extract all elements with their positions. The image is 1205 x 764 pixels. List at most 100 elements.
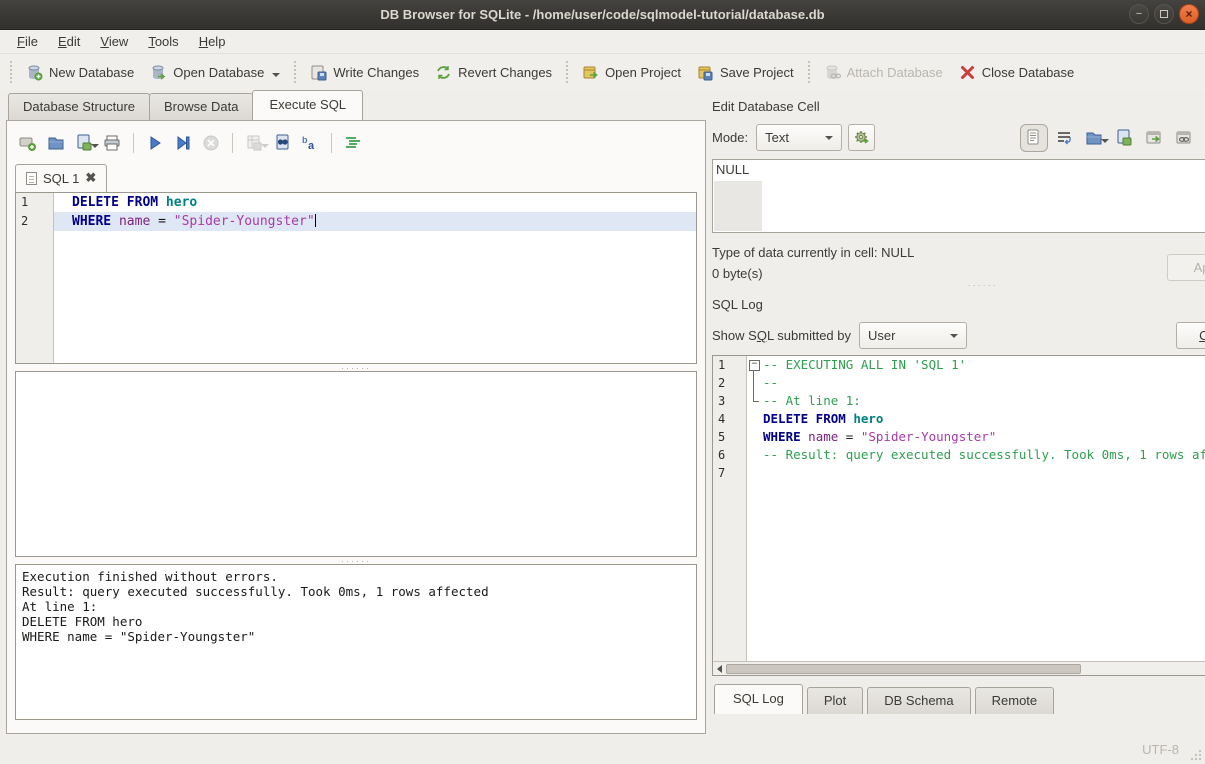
splitter-handle[interactable]: ······ bbox=[712, 281, 1205, 288]
export-cell-data-icon[interactable] bbox=[1115, 129, 1133, 147]
tab-sql-log[interactable]: SQL Log bbox=[714, 684, 803, 714]
tab-database-structure[interactable]: Database Structure bbox=[8, 93, 150, 120]
save-project-icon bbox=[697, 64, 714, 81]
save-sql-file-icon[interactable] bbox=[75, 134, 93, 152]
text-mode-icon[interactable] bbox=[1025, 129, 1043, 147]
maximize-icon[interactable] bbox=[1154, 4, 1174, 24]
new-database-button[interactable]: New Database bbox=[18, 59, 142, 86]
splitter-handle[interactable]: ······ bbox=[15, 557, 697, 564]
menu-edit[interactable]: Edit bbox=[49, 32, 89, 51]
tab-execute-sql[interactable]: Execute SQL bbox=[252, 90, 363, 120]
horizontal-scrollbar[interactable] bbox=[713, 661, 1205, 675]
revert-changes-icon bbox=[435, 64, 452, 81]
sql-log-title: SQL Log bbox=[712, 297, 1205, 312]
auto-switch-mode-button[interactable] bbox=[848, 124, 875, 151]
dock-tab-bar: SQL Log Plot DB Schema Remote bbox=[712, 684, 1205, 714]
editor-line-current[interactable]: WHERE name = "Spider-Youngster" bbox=[54, 212, 696, 231]
close-icon[interactable]: × bbox=[1179, 4, 1199, 24]
open-database-dropdown-icon[interactable] bbox=[272, 73, 280, 77]
fold-spacer bbox=[747, 428, 763, 446]
encoding-indicator[interactable]: UTF-8 bbox=[1142, 742, 1179, 757]
sql-editor[interactable]: 1 2 DELETE FROM hero WHERE name = "Spide… bbox=[15, 192, 697, 364]
import-dropdown-icon[interactable] bbox=[1101, 139, 1109, 143]
main-toolbar: New Database Open Database Write Changes… bbox=[0, 54, 1205, 90]
editor-line[interactable]: DELETE FROM hero bbox=[54, 193, 696, 212]
new-database-label: New Database bbox=[49, 65, 134, 80]
log-code-area[interactable]: -- EXECUTING ALL IN 'SQL 1' -- -- At lin… bbox=[747, 356, 1205, 661]
resize-grip[interactable] bbox=[1190, 749, 1202, 761]
fold-spacer bbox=[747, 464, 763, 482]
toolbar-handle[interactable] bbox=[294, 61, 296, 83]
sql-tab-close-icon[interactable]: ✖ bbox=[85, 170, 96, 186]
close-database-label: Close Database bbox=[982, 65, 1075, 80]
line-number: 7 bbox=[713, 464, 746, 482]
sql-log-view[interactable]: 1 2 3 4 5 6 7 -- EXECUTING ALL IN 'SQL 1… bbox=[712, 355, 1205, 676]
line-number: 4 bbox=[713, 410, 746, 428]
line-number: 1 bbox=[713, 356, 746, 374]
minimize-icon[interactable]: − bbox=[1129, 4, 1149, 24]
tab-remote[interactable]: Remote bbox=[975, 687, 1055, 714]
clear-log-button[interactable]: Clear bbox=[1176, 322, 1205, 349]
log-filter-value: User bbox=[868, 328, 895, 343]
cell-value-editor[interactable]: NULL bbox=[712, 159, 1205, 233]
mode-label: Mode: bbox=[712, 130, 748, 145]
log-line: WHERE name = "Spider-Youngster" bbox=[747, 428, 1205, 446]
toolbar-handle[interactable] bbox=[10, 61, 12, 83]
copy-link-icon[interactable] bbox=[1175, 129, 1193, 147]
toolbar-handle[interactable] bbox=[566, 61, 568, 83]
execution-messages[interactable]: Execution finished without errors. Resul… bbox=[15, 564, 697, 720]
stop-icon bbox=[202, 134, 220, 152]
open-project-button[interactable]: Open Project bbox=[574, 59, 689, 86]
autocomplete-icon[interactable]: ba bbox=[301, 134, 319, 152]
scrollbar-thumb[interactable] bbox=[726, 664, 1081, 674]
close-database-icon bbox=[959, 64, 976, 81]
format-sql-icon[interactable] bbox=[344, 134, 362, 152]
sql-file-tab[interactable]: SQL 1 ✖ bbox=[15, 164, 107, 192]
mode-select[interactable]: Text bbox=[756, 124, 842, 151]
save-project-button[interactable]: Save Project bbox=[689, 59, 802, 86]
text-cursor bbox=[315, 214, 316, 227]
menu-file[interactable]: File bbox=[8, 32, 47, 51]
open-external-icon[interactable] bbox=[1145, 129, 1163, 147]
execute-all-icon[interactable] bbox=[146, 134, 164, 152]
import-cell-data-icon[interactable] bbox=[1085, 129, 1103, 147]
log-filter-row: Show SQL submitted by User Clear bbox=[712, 322, 1205, 349]
revert-changes-button[interactable]: Revert Changes bbox=[427, 59, 560, 86]
tab-db-schema[interactable]: DB Schema bbox=[867, 687, 970, 714]
menu-view[interactable]: View bbox=[91, 32, 137, 51]
editor-code-area[interactable]: DELETE FROM hero WHERE name = "Spider-Yo… bbox=[54, 193, 696, 363]
status-bar: UTF-8 bbox=[0, 735, 1205, 764]
results-grid[interactable] bbox=[15, 371, 697, 557]
word-wrap-icon[interactable] bbox=[1055, 129, 1073, 147]
fold-marker-icon[interactable] bbox=[747, 356, 763, 374]
mode-select-value: Text bbox=[765, 130, 789, 145]
menu-tools[interactable]: Tools bbox=[139, 32, 187, 51]
new-sql-tab-icon[interactable] bbox=[19, 134, 37, 152]
menu-help[interactable]: Help bbox=[190, 32, 235, 51]
find-icon[interactable] bbox=[273, 134, 291, 152]
write-changes-button[interactable]: Write Changes bbox=[302, 59, 427, 86]
open-sql-file-icon[interactable] bbox=[47, 134, 65, 152]
tab-browse-data[interactable]: Browse Data bbox=[149, 93, 253, 120]
edit-cell-title: Edit Database Cell bbox=[712, 99, 1205, 114]
splitter-handle[interactable]: ······ bbox=[15, 364, 697, 371]
open-database-button[interactable]: Open Database bbox=[142, 59, 288, 86]
print-icon[interactable] bbox=[103, 134, 121, 152]
execute-sql-panel: ba SQL 1 ✖ 1 2 bbox=[6, 120, 706, 734]
line-number: 2 bbox=[713, 374, 746, 392]
tab-plot[interactable]: Plot bbox=[807, 687, 863, 714]
cell-info-row: Type of data currently in cell: NULL 0 b… bbox=[712, 245, 1205, 281]
save-project-label: Save Project bbox=[720, 65, 794, 80]
scroll-left-icon[interactable] bbox=[717, 665, 722, 673]
toolbar-handle[interactable] bbox=[808, 61, 810, 83]
execute-line-icon[interactable] bbox=[174, 134, 192, 152]
log-filter-select[interactable]: User bbox=[859, 322, 967, 349]
open-project-label: Open Project bbox=[605, 65, 681, 80]
save-sql-dropdown-icon[interactable] bbox=[91, 144, 99, 148]
right-pane: Edit Database Cell × Mode: Text bbox=[706, 90, 1205, 735]
line-number: 6 bbox=[713, 446, 746, 464]
close-database-button[interactable]: Close Database bbox=[951, 59, 1083, 86]
log-line-numbers: 1 2 3 4 5 6 7 bbox=[713, 356, 747, 661]
sql-document-icon bbox=[26, 172, 37, 185]
new-database-icon bbox=[26, 64, 43, 81]
